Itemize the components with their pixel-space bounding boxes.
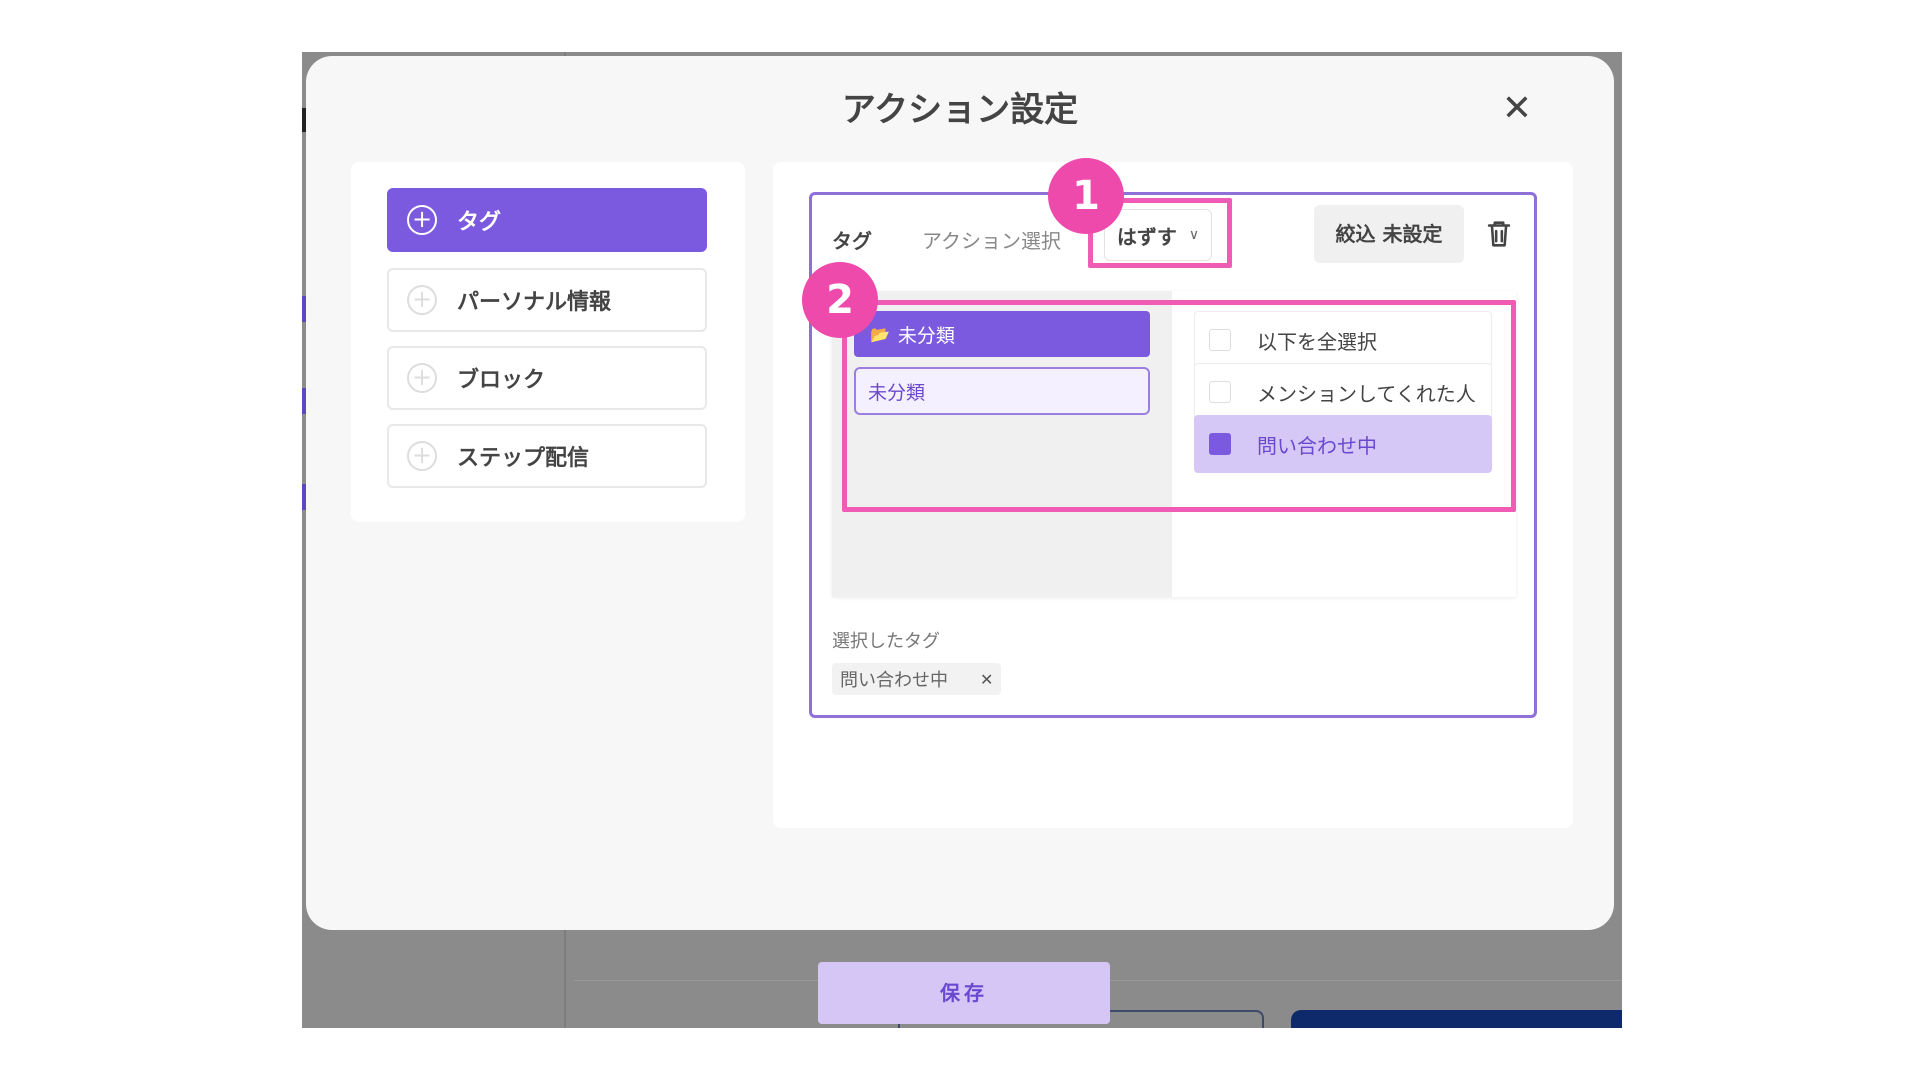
category-label: パーソナル情報: [457, 290, 612, 315]
close-icon[interactable]: ✕: [1494, 86, 1540, 132]
action-type-label: タグ: [832, 229, 872, 253]
plus-circle-icon: +: [407, 441, 437, 471]
filter-button[interactable]: 絞込 未設定: [1314, 205, 1464, 263]
selected-tag-chip: 問い合わせ中 ✕: [832, 663, 1002, 695]
category-block-button[interactable]: + ブロック: [387, 346, 707, 410]
category-step-delivery-button[interactable]: + ステップ配信: [387, 424, 707, 488]
annotation-badge-1: 1: [1048, 158, 1124, 234]
plus-circle-icon: +: [407, 205, 437, 235]
selected-tag-label: 問い合わせ中: [840, 670, 948, 691]
category-label: タグ: [457, 210, 502, 235]
save-button[interactable]: 保存: [818, 962, 1110, 1024]
category-label: ステップ配信: [457, 446, 590, 471]
category-panel: + タグ + パーソナル情報 + ブロック + ステップ配信: [351, 162, 745, 522]
remove-tag-icon[interactable]: ✕: [980, 670, 993, 689]
category-personal-info-button[interactable]: + パーソナル情報: [387, 268, 707, 332]
modal-title: アクション設定: [841, 90, 1079, 130]
selected-tags-heading: 選択したタグ: [832, 631, 940, 652]
category-tag-button[interactable]: + タグ: [387, 188, 707, 252]
annotation-highlight-2: [842, 300, 1516, 512]
background-button: [1291, 1010, 1622, 1028]
trash-icon[interactable]: [1482, 217, 1516, 251]
plus-circle-icon: +: [407, 363, 437, 393]
plus-circle-icon: +: [407, 285, 437, 315]
category-label: ブロック: [457, 368, 546, 393]
action-select-label: アクション選択: [922, 229, 1061, 253]
annotation-badge-2: 2: [802, 262, 878, 338]
